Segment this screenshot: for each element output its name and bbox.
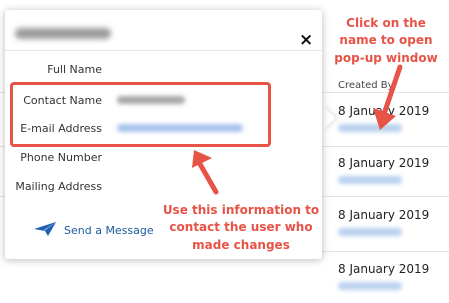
annotation-use-info: Use this information to contact the user… <box>162 203 320 252</box>
table-divider <box>300 196 449 197</box>
phone-number-label: Phone Number <box>20 151 102 164</box>
send-message-label: Send a Message <box>64 224 154 237</box>
annotation-click-name: Click on the name to open pop-up window <box>334 16 438 65</box>
annotation-arrow-bottom <box>192 150 219 195</box>
creator-name-link[interactable] <box>338 228 402 236</box>
full-name-label: Full Name <box>47 63 102 76</box>
annotation-arrow-up <box>373 64 403 130</box>
paper-plane-icon <box>34 222 56 239</box>
mailing-address-label: Mailing Address <box>15 180 102 193</box>
close-button[interactable]: × <box>299 32 313 49</box>
table-divider <box>300 146 449 147</box>
row-date: 8 January 2019 <box>338 156 430 170</box>
popup-title <box>15 28 111 39</box>
contact-highlight-box <box>10 82 271 147</box>
table-divider <box>300 251 449 252</box>
row-date: 8 January 2019 <box>338 262 430 276</box>
send-message-button[interactable]: Send a Message <box>34 222 154 239</box>
popup-divider <box>5 50 322 51</box>
creator-name-link[interactable] <box>338 176 402 184</box>
row-date: 8 January 2019 <box>338 208 430 222</box>
creator-name-link[interactable] <box>338 282 402 290</box>
